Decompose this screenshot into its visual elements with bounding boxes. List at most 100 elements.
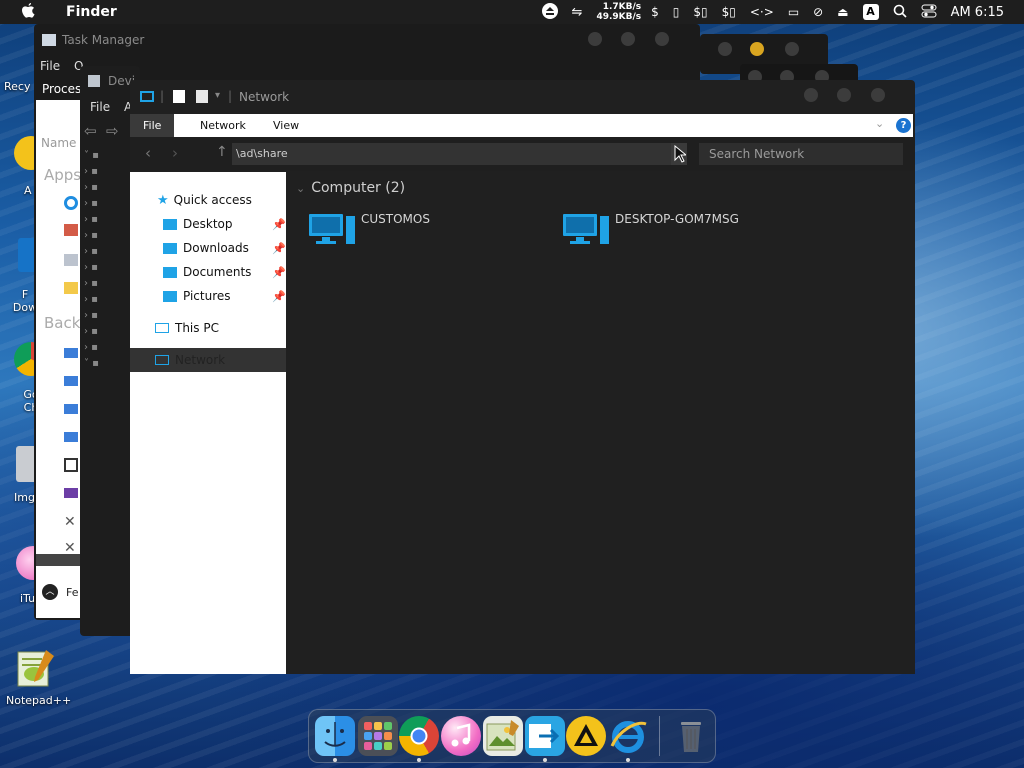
collapse-icon[interactable]: ︿ (42, 584, 58, 600)
itunes-icon[interactable] (441, 716, 481, 756)
window-minimize-button[interactable] (718, 42, 732, 56)
currency-icon[interactable]: $ (651, 5, 659, 19)
control-center-icon[interactable] (921, 4, 937, 21)
search-input[interactable]: Search Network (699, 143, 903, 165)
tab-file[interactable]: File (130, 114, 175, 137)
tree-expander[interactable]: ˅ ▪ (84, 356, 134, 372)
launchpad-icon[interactable] (358, 716, 398, 756)
nav-documents[interactable]: Documents 📌 (130, 260, 286, 284)
new-folder-icon[interactable] (196, 90, 208, 103)
tree-expander[interactable]: › ▪ (84, 212, 134, 228)
pictures-folder-icon (163, 290, 177, 302)
tools-icon: ✕ (64, 514, 76, 530)
nav-quick-access[interactable]: ★ Quick access (130, 188, 286, 212)
tree-expander[interactable]: › ▪ (84, 164, 134, 180)
explorer-titlebar[interactable]: | ▾ | Network (130, 80, 915, 114)
spotlight-search-icon[interactable] (893, 4, 907, 21)
nav-this-pc[interactable]: This PC (130, 316, 286, 340)
dollar-phone-icon[interactable]: $▯ (693, 5, 707, 19)
upload-icon[interactable]: ⏏ (837, 5, 848, 19)
window-maximize-button[interactable] (837, 88, 851, 102)
pin-icon[interactable]: 📌 (272, 290, 286, 303)
tree-expander[interactable]: › ▪ (84, 276, 134, 292)
help-icon[interactable]: ? (896, 118, 911, 133)
process-icon (64, 488, 78, 498)
address-bar[interactable]: \ad\share ⌄ (232, 143, 684, 165)
ribbon-expand-icon[interactable]: ⌄ (875, 117, 884, 130)
eject-icon[interactable] (541, 2, 558, 22)
tree-expander[interactable]: ˅ ▪ (84, 148, 134, 164)
sync-icon[interactable]: ⇋ (572, 5, 583, 20)
tree-expander[interactable]: › ▪ (84, 260, 134, 276)
nav-desktop-label: Desktop (183, 217, 233, 231)
tm-scrollbar[interactable] (36, 554, 80, 566)
internet-explorer-icon[interactable] (608, 716, 648, 756)
tab-view[interactable]: View (273, 114, 299, 137)
qat-dropdown-icon[interactable]: ▾ (215, 90, 220, 101)
nav-pictures[interactable]: Pictures 📌 (130, 284, 286, 308)
pin-icon[interactable]: 📌 (272, 242, 286, 255)
migration-icon[interactable] (525, 716, 565, 756)
tm-column-name[interactable]: Name (41, 136, 76, 150)
tree-expander[interactable]: › ▪ (84, 340, 134, 356)
tm-menu-file[interactable]: File (40, 59, 60, 73)
back-button[interactable]: ‹ (145, 144, 151, 162)
code-icon[interactable]: <·> (750, 5, 774, 19)
window-close-button[interactable] (871, 88, 885, 102)
dm-menu-file[interactable]: File (90, 100, 110, 114)
chrome-icon[interactable] (399, 716, 439, 756)
desktop-icon-img-label[interactable]: Img (14, 491, 35, 504)
menu-clock[interactable]: AM 6:15 (951, 5, 1004, 20)
forward-button[interactable]: › (172, 144, 178, 162)
ark-icon[interactable] (566, 716, 606, 756)
notepadpp-desktop-icon[interactable] (16, 648, 58, 688)
tree-expander[interactable]: › ▪ (84, 292, 134, 308)
pin-icon[interactable]: 📌 (272, 218, 286, 231)
address-bar-path[interactable]: \ad\share (236, 147, 288, 160)
up-arrow-icon[interactable]: ↑ (216, 144, 228, 160)
pin-icon[interactable]: 📌 (272, 266, 286, 279)
forward-arrow-icon[interactable]: ⇨ (106, 122, 119, 140)
tab-network[interactable]: Network (200, 114, 246, 137)
dollar-device-icon[interactable]: $▯ (722, 5, 736, 19)
tree-expander[interactable]: › ▪ (84, 324, 134, 340)
trash-icon[interactable] (671, 716, 711, 756)
apple-icon[interactable] (18, 2, 38, 22)
window-close-button[interactable] (785, 42, 799, 56)
computer-item[interactable]: CUSTOMOS (308, 210, 548, 250)
desktop-icon-a-label[interactable]: A (24, 184, 32, 197)
this-pc-icon (155, 323, 169, 333)
window-close-button[interactable] (655, 32, 669, 46)
collapse-chevron-icon[interactable]: ⌄ (296, 182, 305, 195)
network-speed: 1.7KB/s 49.9KB/s (596, 2, 641, 22)
tree-expander[interactable]: › ▪ (84, 180, 134, 196)
group-header[interactable]: ⌄ Computer (2) (296, 180, 405, 196)
file-explorer-window[interactable]: | ▾ | Network File Network View ⌄ ? ‹ › … (130, 80, 915, 674)
back-arrow-icon[interactable]: ⇦ (84, 122, 97, 140)
wifi-off-icon[interactable]: ⊘ (813, 5, 823, 19)
computer-item[interactable]: DESKTOP-GOM7MSG (562, 210, 802, 250)
window-minimize-button[interactable] (588, 32, 602, 46)
nav-downloads[interactable]: Downloads 📌 (130, 236, 286, 260)
window-zoom-button[interactable] (750, 42, 764, 56)
tree-expander[interactable]: › ▪ (84, 196, 134, 212)
phone-icon[interactable]: ▯ (673, 5, 680, 19)
finder-icon[interactable] (315, 716, 355, 756)
tm-footer[interactable]: ︿ Fe (42, 584, 79, 600)
desktop-icon-notepadpp-label[interactable]: Notepad++ (6, 694, 71, 707)
tree-expander[interactable]: › ▪ (84, 308, 134, 324)
tree-expander[interactable]: › ▪ (84, 228, 134, 244)
recycle-bin-label[interactable]: Recy (4, 80, 30, 93)
desktop-icon-itunes-label[interactable]: iTu (20, 592, 35, 605)
tree-expander[interactable]: › ▪ (84, 244, 134, 260)
window-zoom-button[interactable] (621, 32, 635, 46)
properties-icon[interactable] (173, 90, 185, 103)
input-source-icon[interactable]: A (862, 4, 879, 20)
image-viewer-icon[interactable] (483, 716, 523, 756)
nav-desktop[interactable]: Desktop 📌 (130, 212, 286, 236)
active-app-name[interactable]: Finder (66, 4, 117, 20)
display-icon[interactable]: ▭ (788, 5, 799, 19)
window-minimize-button[interactable] (804, 88, 818, 102)
tm-tab-processes[interactable]: Proces (42, 82, 81, 96)
nav-network[interactable]: Network (130, 348, 286, 372)
